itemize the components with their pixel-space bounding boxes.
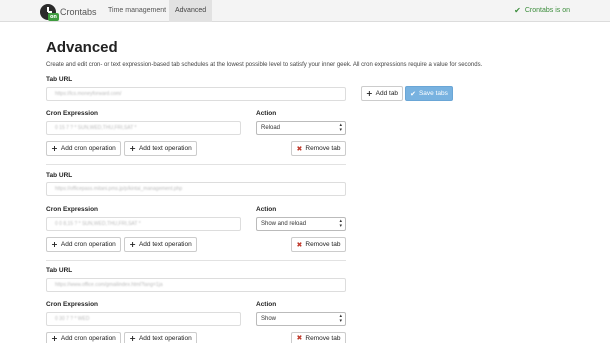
remove-tab-button[interactable]: ✖ Remove tab [291, 237, 346, 252]
action-label: Action [256, 110, 277, 117]
cron-expression-value: 0 15 7 ? * SUN,WED,THU,FRI,SAT * [55, 125, 137, 131]
add-text-operation-button[interactable]: + Add text operation [124, 332, 197, 343]
logo-on-badge: on [48, 12, 59, 21]
plus-icon: + [51, 144, 58, 153]
action-label: Action [256, 206, 277, 213]
select-arrows-icon: ▴ ▾ [339, 313, 342, 324]
divider [46, 164, 346, 165]
tab-url-value: https://officepass.mitani.pms.jp/p/kinta… [55, 186, 183, 192]
x-icon: ✖ [296, 144, 303, 153]
page-title: Advanced [46, 39, 118, 56]
remove-tab-button[interactable]: ✖ Remove tab [291, 332, 346, 343]
tab-url-label: Tab URL [46, 267, 73, 274]
add-cron-operation-button[interactable]: + Add cron operation [46, 237, 121, 252]
remove-tab-button[interactable]: ✖ Remove tab [291, 141, 346, 156]
check-icon: ✔ [514, 6, 521, 15]
brand-name: Crontabs [60, 6, 97, 17]
tab-time-management[interactable]: Time management [102, 0, 172, 22]
action-select-value: Show and reload [261, 221, 307, 227]
save-tabs-button[interactable]: ✔ Save tabs [405, 86, 453, 101]
action-select-value: Show [261, 316, 277, 322]
plus-icon: + [365, 89, 373, 98]
status-text: Crontabs is on [524, 7, 570, 14]
plus-icon: + [51, 240, 58, 249]
cron-expression-input[interactable]: 0 15 7 ? * SUN,WED,THU,FRI,SAT * [46, 121, 241, 135]
cron-expression-input[interactable]: 0 30 7 ? * WED [46, 312, 241, 326]
tab-url-input[interactable]: https://lcs.moneyforward.com/ [46, 87, 346, 101]
action-select[interactable]: Reload ▴ ▾ [256, 121, 346, 135]
action-select-value: Reload [261, 125, 281, 131]
cron-expression-value: 0 0 8,15 ? * SUN,WED,THU,FRI,SAT * [55, 221, 141, 227]
cron-expression-input[interactable]: 0 0 8,15 ? * SUN,WED,THU,FRI,SAT * [46, 217, 241, 231]
cron-expression-label: Cron Expression [46, 110, 99, 117]
brand[interactable]: on Crontabs [40, 3, 97, 21]
action-select[interactable]: Show and reload ▴ ▾ [256, 217, 346, 231]
clock-icon: on [40, 3, 59, 21]
add-tab-button[interactable]: + Add tab [361, 86, 403, 101]
cron-expression-value: 0 30 7 ? * WED [55, 316, 90, 322]
plus-icon: + [129, 144, 136, 153]
plus-icon: + [129, 333, 136, 343]
add-cron-operation-button[interactable]: + Add cron operation [46, 141, 121, 156]
status-indicator: ✔ Crontabs is on [514, 0, 570, 22]
cron-expression-label: Cron Expression [46, 301, 99, 308]
plus-icon: + [129, 240, 136, 249]
divider [46, 260, 346, 261]
add-cron-operation-button[interactable]: + Add cron operation [46, 332, 121, 343]
check-icon: ✔ [410, 89, 416, 98]
select-arrows-icon: ▴ ▾ [339, 218, 342, 229]
x-icon: ✖ [296, 334, 303, 342]
page-description: Create and edit cron- or text expression… [46, 62, 483, 68]
tab-url-value: https://lcs.moneyforward.com/ [55, 91, 122, 97]
tab-url-input[interactable]: https://www.office.com/gmailindex.html?l… [46, 278, 346, 292]
tab-url-input[interactable]: https://officepass.mitani.pms.jp/p/kinta… [46, 182, 346, 196]
x-icon: ✖ [296, 240, 303, 249]
add-text-operation-button[interactable]: + Add text operation [124, 141, 197, 156]
cron-expression-label: Cron Expression [46, 206, 99, 213]
navbar: on Crontabs Time management Advanced ✔ C… [0, 0, 610, 22]
tab-url-label: Tab URL [46, 76, 73, 83]
tab-url-value: https://www.office.com/gmailindex.html?l… [55, 282, 163, 288]
action-select[interactable]: Show ▴ ▾ [256, 312, 346, 326]
tab-url-label: Tab URL [46, 172, 73, 179]
tab-advanced[interactable]: Advanced [169, 0, 213, 22]
plus-icon: + [51, 333, 58, 343]
action-label: Action [256, 301, 277, 308]
add-text-operation-button[interactable]: + Add text operation [124, 237, 197, 252]
select-arrows-icon: ▴ ▾ [339, 122, 342, 133]
